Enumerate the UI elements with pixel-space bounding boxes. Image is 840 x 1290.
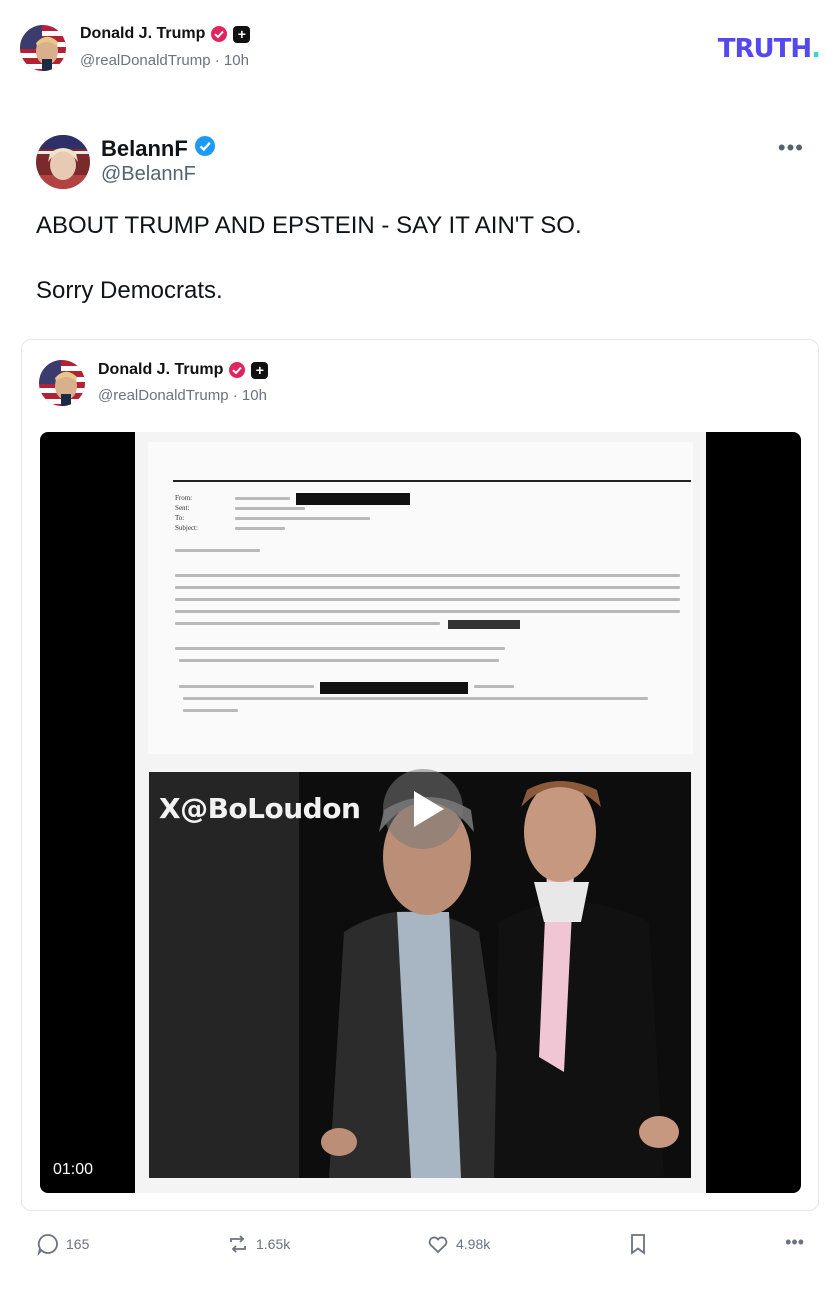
video-duration: 01:00 bbox=[53, 1161, 94, 1178]
more-actions-button[interactable]: ••• bbox=[785, 1232, 804, 1253]
more-icon: ••• bbox=[785, 1232, 804, 1252]
card-author-name[interactable]: Donald J. Trump bbox=[98, 361, 223, 379]
truth-logo[interactable]: TRUTH. bbox=[718, 34, 821, 64]
separator: · bbox=[214, 52, 220, 69]
post-text: ABOUT TRUMP AND EPSTEIN - SAY IT AIN'T S… bbox=[36, 210, 804, 340]
quoted-avatar[interactable] bbox=[36, 135, 90, 189]
email-document-image: From: Sent: To: Subject: bbox=[148, 442, 693, 754]
verified-badge-icon bbox=[210, 25, 228, 43]
bookmark-icon bbox=[626, 1232, 650, 1256]
plus-badge-icon: + bbox=[233, 25, 251, 43]
play-icon[interactable] bbox=[383, 769, 463, 849]
quoted-author-name[interactable]: BelannF bbox=[101, 136, 188, 162]
repost-button[interactable]: 1.65k bbox=[226, 1232, 290, 1256]
like-button[interactable]: 4.98k bbox=[426, 1232, 490, 1256]
post-header: Donald J. Trump + @realDonaldTrump · 10h… bbox=[20, 22, 821, 74]
avatar[interactable] bbox=[20, 25, 66, 71]
repost-icon bbox=[226, 1232, 250, 1256]
card-author-handle[interactable]: @realDonaldTrump bbox=[98, 387, 229, 404]
post-time[interactable]: 10h bbox=[224, 52, 249, 69]
quoted-truth-card[interactable]: Donald J. Trump + @realDonaldTrump · 10h… bbox=[21, 339, 819, 1211]
quoted-author: BelannF @BelannF ••• bbox=[36, 135, 804, 191]
more-options-button[interactable]: ••• bbox=[778, 135, 804, 161]
verified-badge-icon bbox=[194, 135, 216, 162]
quoted-author-handle[interactable]: @BelannF bbox=[101, 163, 196, 186]
separator: · bbox=[232, 387, 238, 404]
repost-count: 1.65k bbox=[256, 1236, 291, 1252]
reply-button[interactable]: 165 bbox=[36, 1232, 89, 1256]
video-player[interactable]: From: Sent: To: Subject: X@BoLoudon 01:0… bbox=[40, 432, 801, 1193]
bookmark-button[interactable] bbox=[626, 1232, 650, 1256]
verified-badge-icon bbox=[228, 361, 246, 379]
card-author: Donald J. Trump + @realDonaldTrump · 10h bbox=[39, 358, 801, 408]
author-handle[interactable]: @realDonaldTrump bbox=[80, 52, 211, 69]
card-time[interactable]: 10h bbox=[242, 387, 267, 404]
comment-icon bbox=[36, 1232, 60, 1256]
plus-badge-icon: + bbox=[251, 361, 269, 379]
author-name[interactable]: Donald J. Trump bbox=[80, 25, 205, 43]
video-watermark: X@BoLoudon bbox=[159, 792, 361, 825]
action-bar: 165 1.65k 4.98k ••• bbox=[36, 1232, 804, 1260]
heart-icon bbox=[426, 1232, 450, 1256]
post-paragraph: ABOUT TRUMP AND EPSTEIN - SAY IT AIN'T S… bbox=[36, 212, 582, 239]
card-avatar[interactable] bbox=[39, 360, 85, 406]
reply-count: 165 bbox=[66, 1236, 90, 1252]
like-count: 4.98k bbox=[456, 1236, 491, 1252]
post-paragraph: Sorry Democrats. bbox=[36, 277, 223, 304]
